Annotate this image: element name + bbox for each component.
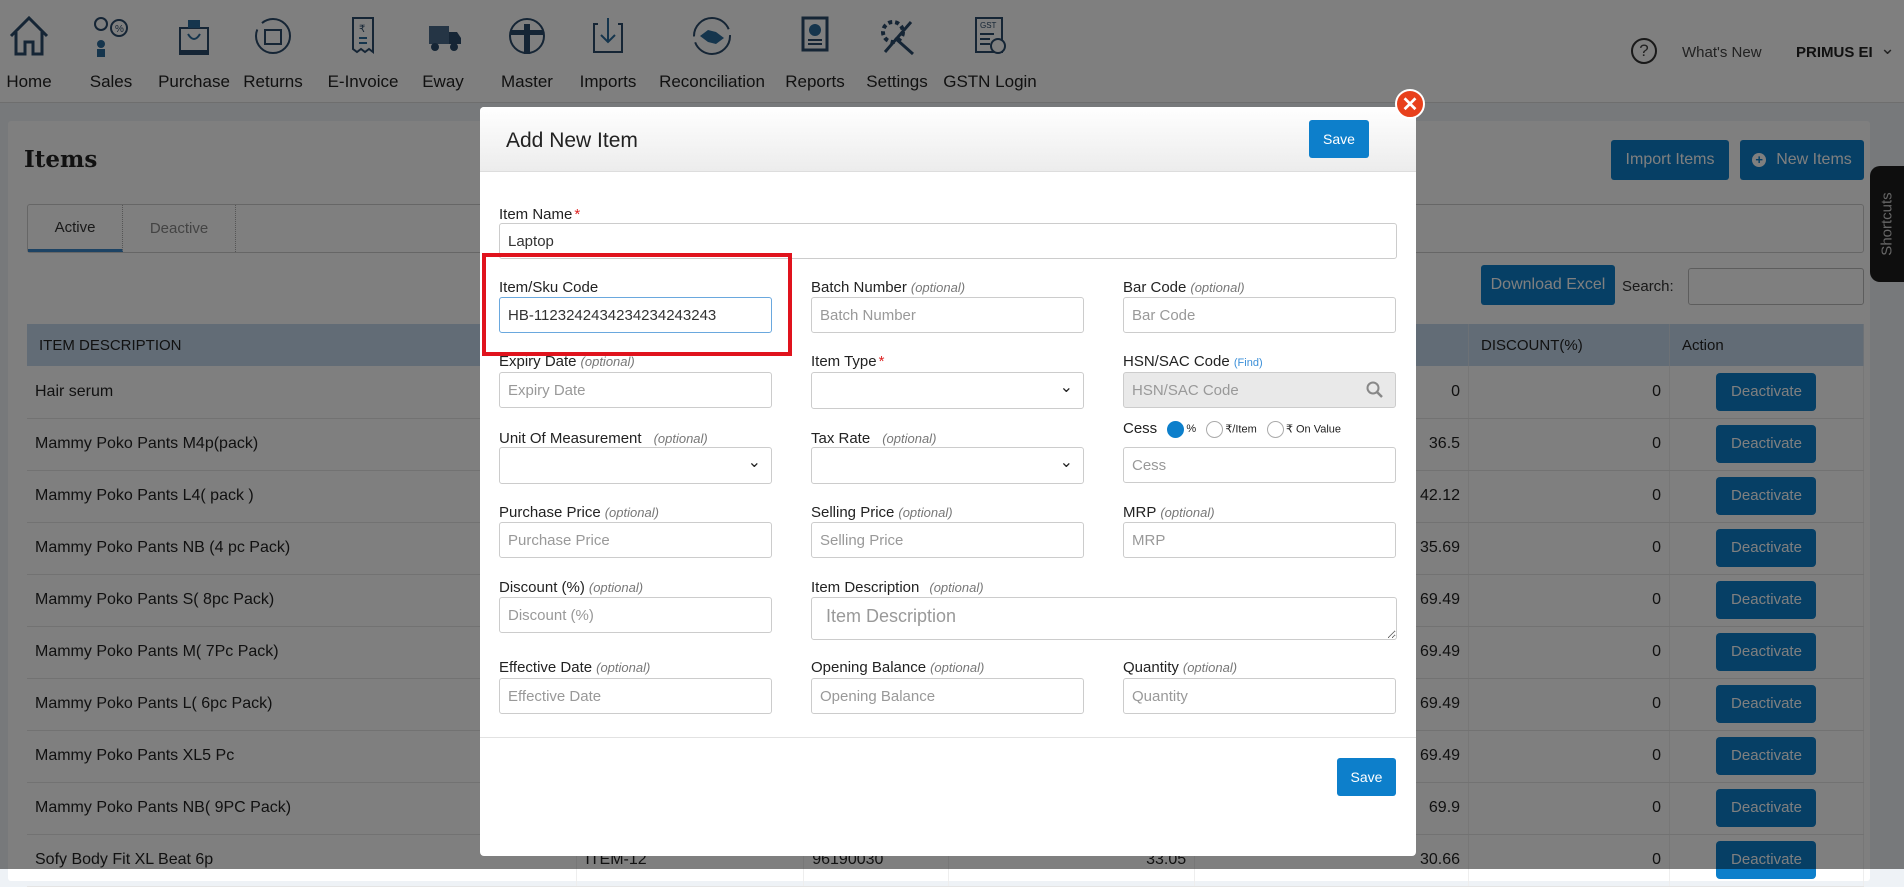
item-name-label: Item Name * bbox=[499, 206, 581, 223]
modal-footer-divider bbox=[480, 737, 1416, 738]
footer-save-button[interactable]: Save bbox=[1337, 758, 1396, 796]
tax-rate-label: Tax Rate (optional) bbox=[811, 430, 937, 447]
mrp-input[interactable] bbox=[1123, 522, 1396, 558]
mrp-label: MRP (optional) bbox=[1123, 504, 1215, 521]
cess-per-item-radio[interactable] bbox=[1206, 420, 1224, 438]
item-type-select[interactable] bbox=[811, 372, 1084, 409]
selling-price-input[interactable] bbox=[811, 522, 1084, 558]
item-description-textarea[interactable] bbox=[811, 597, 1397, 640]
tax-rate-select[interactable] bbox=[811, 447, 1084, 484]
modal-header: Add New Item bbox=[480, 107, 1416, 172]
cess-percent-radio[interactable] bbox=[1167, 420, 1185, 438]
quantity-label: Quantity (optional) bbox=[1123, 659, 1238, 676]
quantity-input[interactable] bbox=[1123, 678, 1396, 714]
sku-code-label: Item/Sku Code bbox=[499, 279, 599, 296]
cess-label-group: Cess % ₹/Item ₹ On Value bbox=[1123, 420, 1342, 438]
bar-code-label: Bar Code (optional) bbox=[1123, 279, 1245, 296]
sku-code-input[interactable] bbox=[499, 297, 772, 333]
purchase-price-input[interactable] bbox=[499, 522, 772, 558]
find-hsn-link[interactable]: (Find) bbox=[1234, 357, 1263, 369]
item-description-label: Item Description (optional) bbox=[811, 579, 984, 596]
search-icon[interactable] bbox=[1366, 381, 1384, 399]
item-type-label: Item Type * bbox=[811, 353, 885, 370]
opening-balance-input[interactable] bbox=[811, 678, 1084, 714]
expiry-date-input[interactable] bbox=[499, 372, 772, 408]
discount-label: Discount (%) (optional) bbox=[499, 579, 644, 596]
effective-date-label: Effective Date (optional) bbox=[499, 659, 651, 676]
cess-on-value-radio[interactable] bbox=[1266, 420, 1284, 438]
cess-input[interactable] bbox=[1123, 447, 1396, 483]
hsn-label: HSN/SAC Code (Find) bbox=[1123, 353, 1263, 370]
uom-select[interactable] bbox=[499, 447, 772, 484]
modal-title: Add New Item bbox=[506, 129, 638, 152]
hsn-input[interactable] bbox=[1123, 372, 1396, 408]
purchase-price-label: Purchase Price (optional) bbox=[499, 504, 659, 521]
selling-price-label: Selling Price (optional) bbox=[811, 504, 953, 521]
batch-number-input[interactable] bbox=[811, 297, 1084, 333]
item-name-input[interactable] bbox=[499, 223, 1397, 259]
uom-label: Unit Of Measurement (optional) bbox=[499, 430, 708, 447]
effective-date-input[interactable] bbox=[499, 678, 772, 714]
bar-code-input[interactable] bbox=[1123, 297, 1396, 333]
discount-input[interactable] bbox=[499, 597, 772, 633]
header-save-button[interactable]: Save bbox=[1309, 120, 1369, 158]
add-item-modal: Add New Item Save Item Name* Item/Sku Co… bbox=[480, 107, 1416, 856]
close-modal-icon[interactable]: ✕ bbox=[1395, 89, 1425, 119]
batch-number-label: Batch Number (optional) bbox=[811, 279, 966, 296]
expiry-date-label: Expiry Date (optional) bbox=[499, 353, 635, 370]
opening-balance-label: Opening Balance (optional) bbox=[811, 659, 985, 676]
